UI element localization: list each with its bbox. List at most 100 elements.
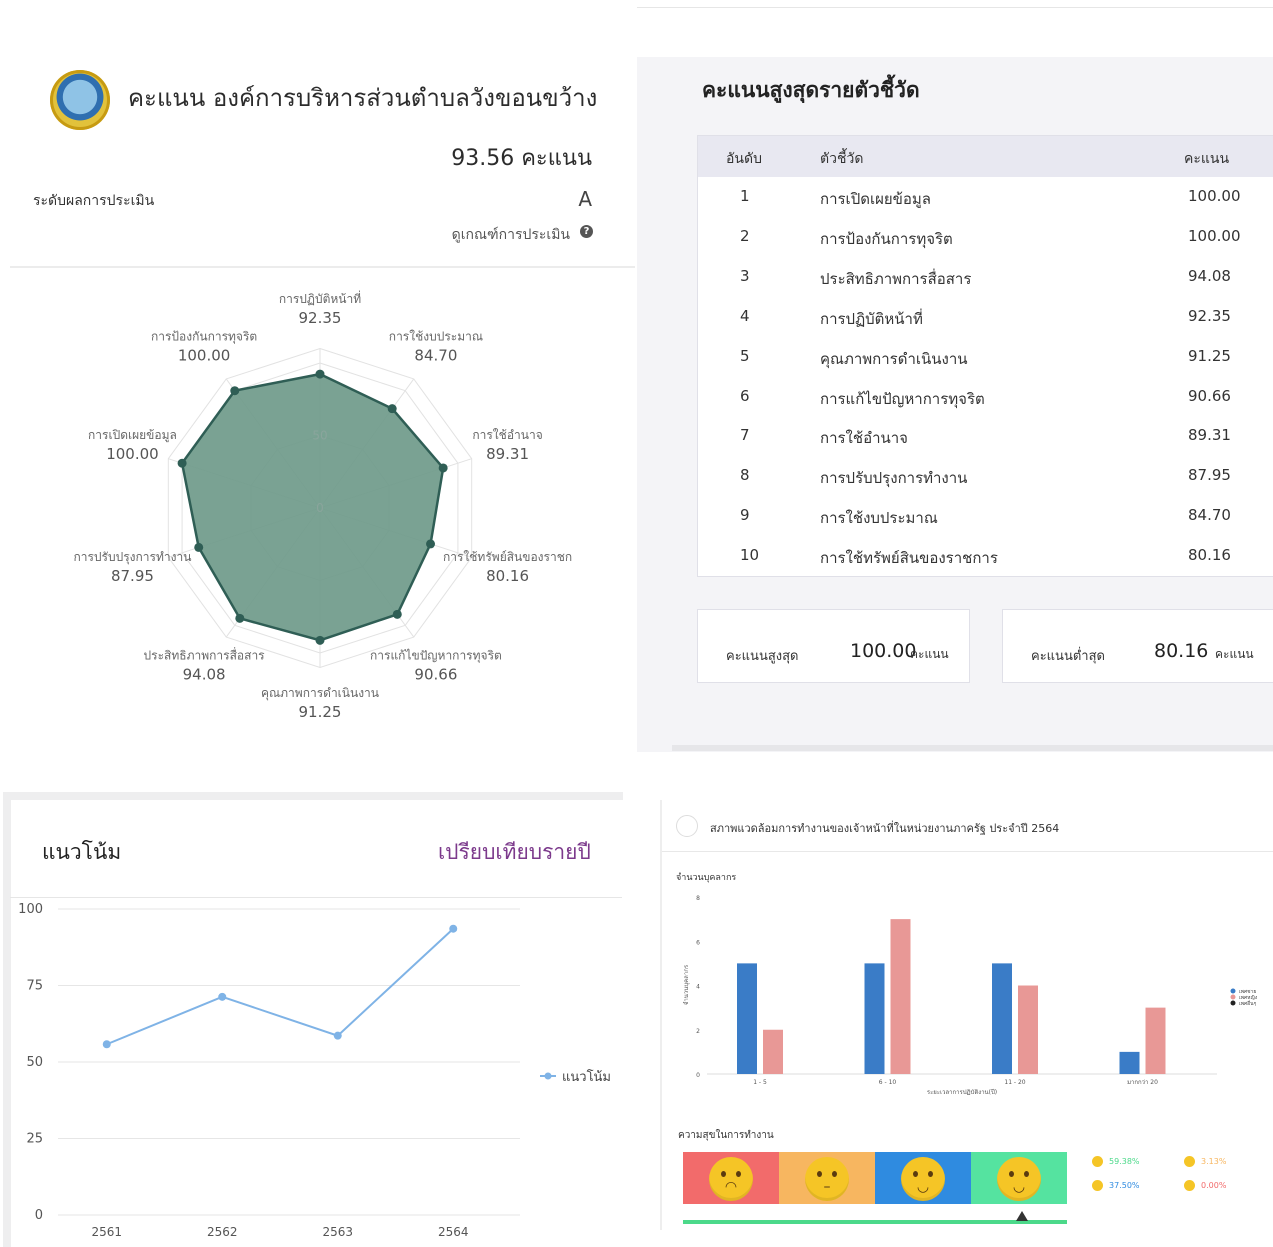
bar	[864, 963, 885, 1074]
max-score-unit: คะแนน	[910, 647, 949, 661]
rank-cell: 10	[740, 546, 760, 565]
x-tick-label: 2563	[322, 1225, 353, 1239]
indicator-cell: การแก้ไขปัญหาการทุจริต	[820, 389, 985, 408]
trend-point	[218, 992, 227, 1001]
y-tick-label: 2	[696, 1028, 700, 1035]
radar-axis-label: คุณภาพการดำเนินงาน	[261, 686, 379, 701]
divider	[10, 266, 635, 268]
col-rank: อันดับ	[726, 151, 762, 167]
staff-chart-title: สภาพแวดล้อมการทำงานของเจ้าหน้าที่ในหน่วย…	[710, 822, 1060, 835]
rank-cell: 2	[740, 226, 750, 245]
rank-cell: 6	[740, 386, 750, 405]
rank-cell: 7	[740, 426, 750, 445]
score-cell: 94.08	[1188, 266, 1231, 285]
min-score-label: คะแนนต่ำสุด	[1031, 649, 1105, 664]
staff-bar-chart: 0 2 4 6 8 จำนวนบุคลากร 1 - 5 6 - 10 11 - 20 มากกว…	[683, 895, 1258, 1096]
divider	[637, 7, 1273, 8]
radar-axis-label: การปรับปรุงการทำงาน	[73, 550, 191, 565]
radar-value-label: 94.08	[183, 666, 226, 684]
col-indicator: ตัวชี้วัด	[820, 151, 864, 167]
face-icon	[1092, 1180, 1103, 1191]
max-score-value: 100.00	[850, 640, 917, 662]
criteria-link[interactable]: ดูเกณฑ์การประเมิน	[380, 224, 570, 246]
radar-point	[392, 609, 402, 619]
smile-face-icon: ◡	[901, 1157, 945, 1201]
mood-percent: 59.38%	[1109, 1157, 1140, 1166]
rank-cell: 8	[740, 466, 750, 485]
radar-point	[177, 458, 187, 468]
radar-axis-label: ประสิทธิภาพการสื่อสาร	[144, 647, 266, 663]
min-score-box: คะแนนต่ำสุด 80.16 คะแนน	[1002, 609, 1273, 683]
x-tick-label: 1 - 5	[753, 1079, 767, 1086]
trend-point	[102, 1040, 111, 1049]
y-tick-label: 25	[26, 1132, 43, 1147]
bar	[890, 919, 911, 1074]
radar-point	[315, 369, 325, 379]
x-tick-label: 2562	[207, 1225, 238, 1239]
y-tick-label: 100	[18, 902, 43, 917]
happiness-title: ความสุขในการทำงาน	[678, 1130, 774, 1141]
rank-cell: 1	[740, 187, 750, 205]
trend-point	[449, 924, 458, 933]
y-tick-label: 75	[26, 979, 43, 994]
score-cell: 84.70	[1188, 506, 1231, 525]
indicator-cell: การใช้อำนาจ	[820, 429, 908, 448]
mood-percent: 3.13%	[1201, 1157, 1227, 1166]
compare-yearly-link[interactable]: เปรียบเทียบรายปี	[438, 836, 591, 869]
max-score-label: คะแนนสูงสุด	[726, 649, 799, 664]
sad-face-icon: ◠	[709, 1157, 753, 1201]
legend-marker	[1230, 988, 1236, 994]
question-circle-icon[interactable]: ?	[580, 225, 593, 238]
radar-value-label: 92.35	[299, 309, 342, 327]
mood-block-smile: ◡	[875, 1152, 971, 1204]
y-tick-label: 50	[26, 1055, 43, 1070]
radar-point	[315, 635, 325, 645]
happiness-bar	[683, 1220, 1067, 1224]
trend-line	[106, 927, 454, 1046]
col-score: คะแนน	[1184, 151, 1230, 167]
radar-value-label: 90.66	[414, 666, 457, 684]
x-tick-label: มากกว่า 20	[1127, 1079, 1158, 1086]
x-tick-label: 11 - 20	[1004, 1079, 1025, 1086]
radar-value-label: 84.70	[414, 346, 457, 364]
rank-cell: 4	[740, 306, 750, 325]
rank-cell: 9	[740, 506, 750, 525]
bar	[1145, 1007, 1166, 1074]
score-cell: 91.25	[1188, 346, 1231, 365]
panel-shadow	[672, 745, 1273, 751]
radar-value-label: 91.25	[299, 703, 342, 721]
panel-border	[3, 792, 623, 800]
score-cell: 100.00	[1188, 187, 1241, 205]
radar-value-label: 87.95	[111, 567, 154, 585]
legend-marker	[1230, 1000, 1236, 1006]
radar-scale-label: 50	[312, 429, 327, 443]
table-row: 8 การปรับปรุงการทำงาน 87.95	[698, 456, 1273, 496]
document-icon	[676, 815, 698, 837]
neutral-face-icon: –	[805, 1157, 849, 1201]
x-tick-label: 6 - 10	[879, 1079, 897, 1086]
radar-area	[180, 372, 445, 642]
mood-percent: 0.00%	[1201, 1181, 1227, 1190]
legend-marker	[544, 1072, 552, 1080]
min-score-unit: คะแนน	[1215, 647, 1254, 661]
radar-axis-label: การเปิดเผยข้อมูล	[88, 428, 177, 443]
bar	[737, 963, 757, 1074]
table-row: 7 การใช้อำนาจ 89.31	[698, 416, 1273, 456]
org-title: คะแนน องค์การบริหารส่วนตำบลวังขอนขว้าง	[128, 84, 598, 112]
indicator-cell: การปรับปรุงการทำงาน	[820, 469, 968, 488]
table-row: 4 การปฏิบัติหน้าที่ 92.35	[698, 297, 1273, 337]
trend-point	[333, 1031, 342, 1040]
radar-point	[426, 539, 436, 549]
table-row: 10 การใช้ทรัพย์สินของราชการ 80.16	[698, 536, 1273, 576]
y-tick-label: 4	[696, 984, 700, 991]
mood-block-neutral: –	[779, 1152, 875, 1204]
y-tick-label: 6	[696, 939, 700, 946]
face-icon	[1092, 1156, 1103, 1167]
radar-point	[194, 542, 204, 552]
radar-value-label: 100.00	[178, 346, 231, 364]
score-cell: 92.35	[1188, 306, 1231, 325]
indicator-cell: ประสิทธิภาพการสื่อสาร	[820, 269, 972, 288]
radar-value-label: 80.16	[486, 567, 529, 585]
indicator-cell: การใช้ทรัพย์สินของราชการ	[820, 549, 998, 568]
org-logo	[50, 70, 110, 130]
